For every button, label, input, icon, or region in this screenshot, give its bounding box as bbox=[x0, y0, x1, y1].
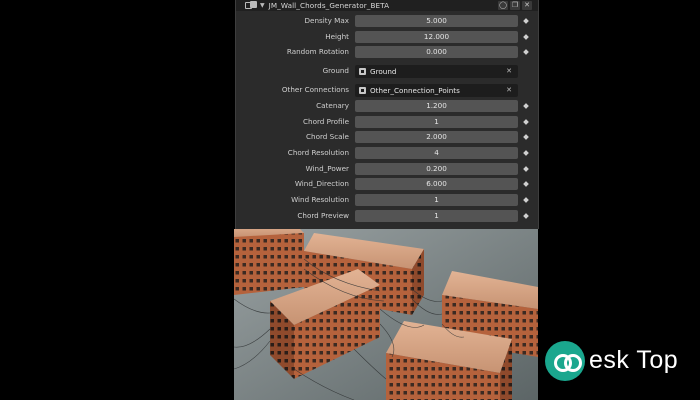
keyframe-dot-icon[interactable] bbox=[523, 103, 529, 109]
desktop-watermark: esk Top bbox=[545, 338, 685, 384]
object-value: Ground bbox=[370, 67, 397, 76]
duplicate-button[interactable]: ❐ bbox=[510, 1, 520, 10]
property-row-wind-resolution: Wind Resolution 1 bbox=[236, 194, 538, 206]
node-tree-icon[interactable] bbox=[245, 1, 257, 10]
wind-direction-field[interactable]: 6.000 bbox=[355, 178, 518, 190]
keyframe-dot-icon[interactable] bbox=[523, 166, 529, 172]
clear-icon[interactable]: ✕ bbox=[506, 65, 512, 78]
property-label: Wind_Direction bbox=[294, 179, 349, 188]
property-label: Other Connections bbox=[281, 85, 349, 94]
unlink-button[interactable]: ✕ bbox=[522, 1, 532, 10]
chord-profile-field[interactable]: 1 bbox=[355, 116, 518, 128]
desktop-logo-icon bbox=[545, 341, 585, 381]
keyframe-dot-icon[interactable] bbox=[523, 213, 529, 219]
catenary-field[interactable]: 1.200 bbox=[355, 100, 518, 112]
property-row-chord-resolution: Chord Resolution 4 bbox=[236, 147, 538, 159]
watermark-text: esk Top bbox=[589, 346, 679, 374]
city-render-image bbox=[234, 229, 538, 400]
property-row-density-max: Density Max 5.000 bbox=[236, 15, 538, 27]
property-row-wind-power: Wind_Power 0.200 bbox=[236, 163, 538, 175]
keyframe-dot-icon[interactable] bbox=[523, 34, 529, 40]
property-label: Wind Resolution bbox=[291, 195, 349, 204]
property-label: Height bbox=[325, 32, 349, 41]
keyframe-dot-icon[interactable] bbox=[523, 197, 529, 203]
fake-user-button[interactable]: ◯ bbox=[498, 1, 508, 10]
property-label: Wind_Power bbox=[305, 164, 349, 173]
keyframe-dot-icon[interactable] bbox=[523, 18, 529, 24]
property-row-wind-direction: Wind_Direction 6.000 bbox=[236, 178, 538, 190]
property-row-height: Height 12.000 bbox=[236, 31, 538, 43]
chord-resolution-field[interactable]: 4 bbox=[355, 147, 518, 159]
property-row-chord-scale: Chord Scale 2.000 bbox=[236, 131, 538, 143]
keyframe-dot-icon[interactable] bbox=[523, 49, 529, 55]
property-label: Chord Profile bbox=[303, 117, 349, 126]
object-value: Other_Connection_Points bbox=[370, 86, 460, 95]
density-max-field[interactable]: 5.000 bbox=[355, 15, 518, 27]
ground-object-field[interactable]: Ground ✕ bbox=[355, 65, 518, 78]
property-row-catenary: Catenary 1.200 bbox=[236, 100, 538, 112]
property-label: Chord Preview bbox=[297, 211, 349, 220]
keyframe-dot-icon[interactable] bbox=[523, 150, 529, 156]
chevron-down-icon[interactable]: ▼ bbox=[260, 0, 265, 11]
keyframe-dot-icon[interactable] bbox=[523, 181, 529, 187]
height-field[interactable]: 12.000 bbox=[355, 31, 518, 43]
property-row-chord-preview: Chord Preview 1 bbox=[236, 210, 538, 222]
property-row-chord-profile: Chord Profile 1 bbox=[236, 116, 538, 128]
wind-power-field[interactable]: 0.200 bbox=[355, 163, 518, 175]
property-label: Chord Resolution bbox=[287, 148, 349, 157]
property-row-ground: Ground Ground ✕ bbox=[236, 65, 538, 78]
property-row-random-rotation: Random Rotation 0.000 bbox=[236, 46, 538, 58]
panel-title: JM_Wall_Chords_Generator_BETA bbox=[268, 1, 390, 10]
panel-header: ▼ JM_Wall_Chords_Generator_BETA ◯ ❐ ✕ bbox=[236, 0, 538, 11]
other-connections-object-field[interactable]: Other_Connection_Points ✕ bbox=[355, 84, 518, 97]
property-label: Catenary bbox=[316, 101, 349, 110]
chord-scale-field[interactable]: 2.000 bbox=[355, 131, 518, 143]
random-rotation-field[interactable]: 0.000 bbox=[355, 46, 518, 58]
clear-icon[interactable]: ✕ bbox=[506, 84, 512, 97]
property-label: Density Max bbox=[304, 16, 349, 25]
property-label: Random Rotation bbox=[286, 47, 349, 56]
object-icon bbox=[359, 68, 366, 75]
keyframe-dot-icon[interactable] bbox=[523, 119, 529, 125]
property-label: Ground bbox=[322, 66, 349, 75]
property-row-other-connections: Other Connections Other_Connection_Point… bbox=[236, 84, 538, 97]
object-icon bbox=[359, 87, 366, 94]
chord-preview-field[interactable]: 1 bbox=[355, 210, 518, 222]
properties-panel: ▼ JM_Wall_Chords_Generator_BETA ◯ ❐ ✕ De… bbox=[235, 0, 539, 229]
property-label: Chord Scale bbox=[306, 132, 349, 141]
keyframe-dot-icon[interactable] bbox=[523, 134, 529, 140]
render-preview bbox=[234, 229, 538, 400]
wind-resolution-field[interactable]: 1 bbox=[355, 194, 518, 206]
